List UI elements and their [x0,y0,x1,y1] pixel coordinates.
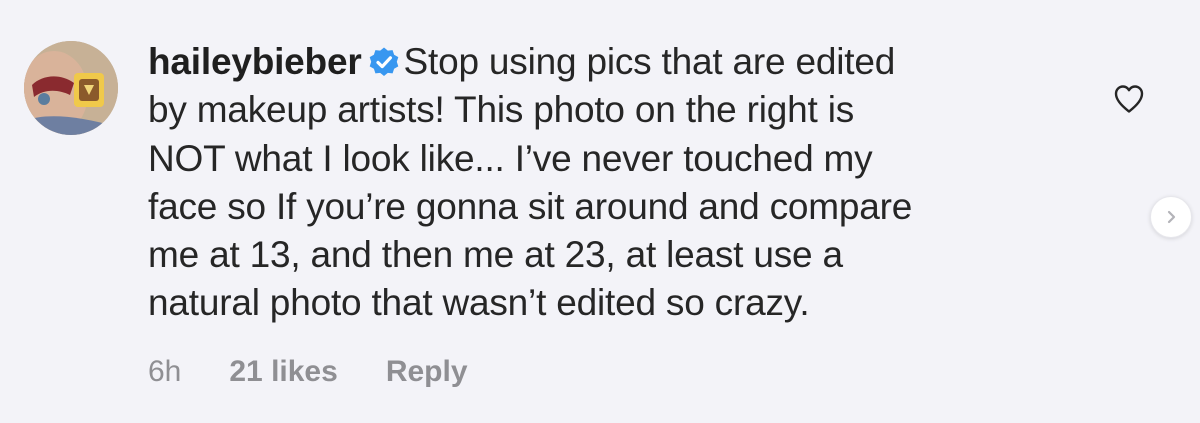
username-link[interactable]: haileybieber [148,41,362,82]
comment-meta: 6h 21 likes Reply [148,352,468,392]
comment-line-4: face so If you’re gonna sit around and c… [148,185,913,227]
chevron-right-icon [1167,210,1176,224]
comment-line-3: NOT what I look like... I’ve never touch… [148,137,873,179]
comment-text: haileybieber Stop using pics that are edi… [148,38,1048,328]
comment-line-1: haileybieber Stop using pics that are edi… [148,38,1048,86]
reply-button[interactable]: Reply [386,355,468,389]
profile-photo [24,41,118,135]
timestamp: 6h [148,355,182,388]
avatar[interactable] [24,41,118,135]
comment-line-6: natural photo that wasn’t edited so craz… [148,282,810,324]
comment-text-line: Stop using pics that are edited [403,41,896,82]
heart-outline-icon[interactable] [1112,82,1146,116]
comment: haileybieber Stop using pics that are edi… [0,0,1200,423]
comment-line-2: by makeup artists! This photo on the rig… [148,89,855,131]
comment-line-5: me at 13, and then me at 23, at least us… [148,234,843,276]
verified-badge-icon [369,47,398,76]
likes-count[interactable]: 21 likes [229,355,337,389]
next-button[interactable] [1150,196,1192,238]
